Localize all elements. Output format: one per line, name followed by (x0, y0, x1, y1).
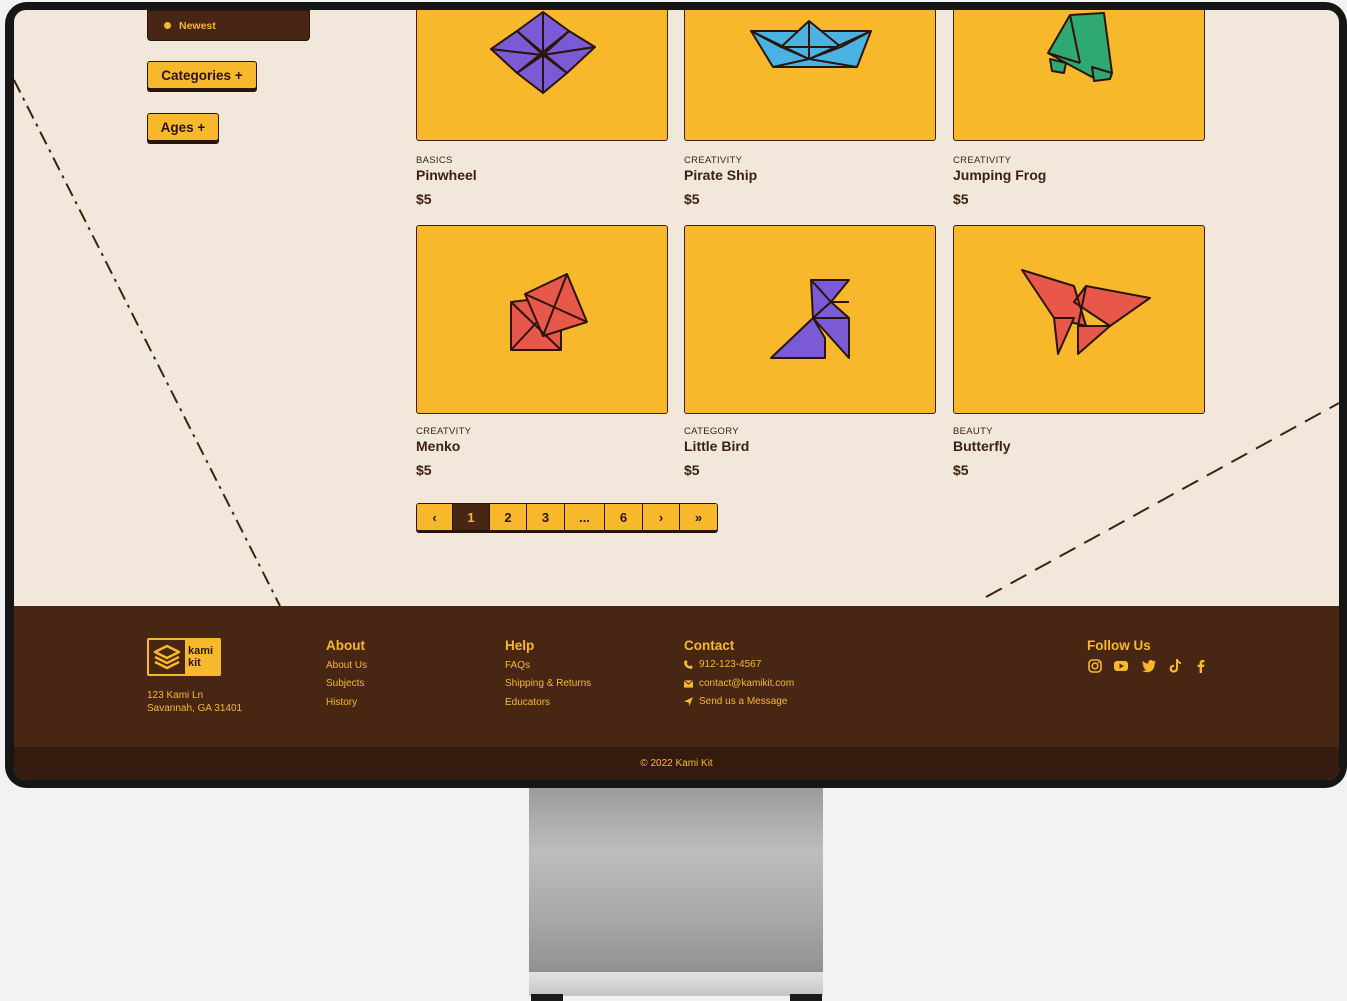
product-category: BASICS (416, 155, 453, 166)
address-line-1: 123 Kami Ln (147, 690, 204, 701)
product-name[interactable]: Menko (416, 438, 460, 454)
product-price: $5 (684, 191, 700, 207)
product-category: CREATIVITY (684, 155, 743, 166)
tiktok-icon[interactable] (1167, 658, 1183, 674)
footer-link-shipping-returns[interactable]: Shipping & Returns (505, 678, 591, 689)
pagination-page-1[interactable]: 1 (453, 504, 490, 530)
product-name[interactable]: Pirate Ship (684, 167, 757, 183)
sort-option-label: Newest (179, 19, 216, 32)
footer-link-subjects[interactable]: Subjects (326, 678, 364, 689)
product-name[interactable]: Little Bird (684, 438, 749, 454)
footer-link-about-us[interactable]: About Us (326, 660, 367, 671)
contact-message-text: Send us a Message (699, 696, 788, 707)
pagination-last-button[interactable]: » (680, 504, 717, 530)
contact-phone[interactable]: 912-123-4567 (684, 659, 761, 670)
contact-phone-text: 912-123-4567 (699, 659, 762, 670)
product-image-menko[interactable] (416, 225, 668, 414)
pagination-page-6[interactable]: 6 (605, 504, 643, 530)
product-image-butterfly[interactable] (953, 225, 1205, 414)
footer-follow-heading: Follow Us (1087, 638, 1151, 653)
contact-message[interactable]: Send us a Message (684, 696, 787, 707)
product-price: $5 (416, 191, 432, 207)
twitter-icon[interactable] (1141, 658, 1157, 674)
footer-link-history[interactable]: History (326, 697, 357, 708)
product-category: CREATVITY (416, 426, 472, 437)
pagination-page-3[interactable]: 3 (527, 504, 565, 530)
footer-link-faqs[interactable]: FAQs (505, 660, 530, 671)
pagination: ‹ 1 2 3 ... 6 › » (416, 503, 718, 531)
product-price: $5 (953, 462, 969, 478)
screen: Newest Categories + Ages + BASICS Pinwhe… (14, 10, 1339, 780)
product-category: BEAUTY (953, 426, 993, 437)
kami-kit-logo[interactable]: kami kit (147, 638, 221, 676)
product-category: CREATIVITY (953, 155, 1012, 166)
monitor-stand-foot-right (790, 994, 822, 1001)
monitor-stand-base (529, 972, 823, 996)
youtube-icon[interactable] (1113, 658, 1129, 674)
sort-option-newest[interactable]: Newest (147, 10, 310, 41)
footer-help-heading: Help (505, 638, 535, 653)
footer-about-heading: About (326, 638, 365, 653)
footer-contact-heading: Contact (684, 638, 735, 653)
categories-filter-button[interactable]: Categories + (147, 61, 257, 89)
pagination-prev-button[interactable]: ‹ (417, 504, 453, 530)
product-image-pirate-ship[interactable] (684, 10, 936, 141)
product-name[interactable]: Butterfly (953, 438, 1011, 454)
pagination-next-button[interactable]: › (643, 504, 680, 530)
footer-bottom-bar: © 2022 Kami Kit (14, 747, 1339, 780)
pagination-page-2[interactable]: 2 (490, 504, 527, 530)
address-line-2: Savannah, GA 31401 (147, 703, 243, 714)
facebook-icon[interactable] (1193, 658, 1209, 674)
product-price: $5 (684, 462, 700, 478)
product-price: $5 (416, 462, 432, 478)
product-image-pinwheel[interactable] (416, 10, 668, 141)
logo-text-kit: kit (188, 657, 201, 669)
footer-link-educators[interactable]: Educators (505, 697, 550, 708)
product-image-little-bird[interactable] (684, 225, 936, 414)
instagram-icon[interactable] (1087, 658, 1103, 674)
product-image-jumping-frog[interactable] (953, 10, 1205, 141)
monitor-stand-foot-left (531, 994, 563, 1001)
monitor-frame: Newest Categories + Ages + BASICS Pinwhe… (5, 2, 1347, 788)
monitor-stand-neck (529, 785, 823, 975)
contact-email-text: contact@kamikit.com (699, 678, 795, 689)
product-category: CATEGORY (684, 426, 739, 437)
pagination-ellipsis: ... (565, 504, 605, 530)
footer: kami kit 123 Kami Ln Savannah, GA 31401 … (14, 606, 1339, 747)
logo-text-kami: kami (188, 645, 214, 657)
paper-plane-icon (684, 697, 693, 706)
product-price: $5 (953, 191, 969, 207)
envelope-icon (684, 679, 693, 688)
phone-icon (684, 660, 693, 669)
product-name[interactable]: Pinwheel (416, 167, 477, 183)
product-name[interactable]: Jumping Frog (953, 167, 1046, 183)
copyright-text: © 2022 Kami Kit (640, 758, 713, 769)
contact-email[interactable]: contact@kamikit.com (684, 678, 794, 689)
ages-filter-button[interactable]: Ages + (147, 113, 219, 141)
selected-dot-icon (164, 22, 171, 29)
